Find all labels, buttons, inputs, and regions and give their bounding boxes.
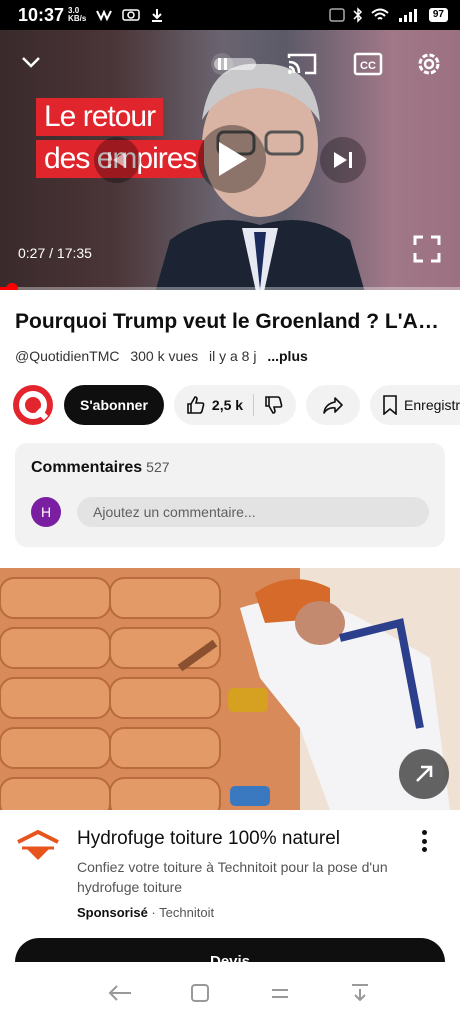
home-square-icon xyxy=(191,984,209,1002)
action-row: S'abonner 2,5 k Enregistrer xyxy=(12,384,460,426)
comments-title: Commentaires xyxy=(31,459,143,476)
fullscreen-button[interactable] xyxy=(404,226,450,272)
battery-indicator: 97 xyxy=(428,8,448,22)
bluetooth-icon xyxy=(353,7,362,23)
system-nav-bar xyxy=(0,962,460,1024)
back-arrow-icon xyxy=(108,985,131,1001)
video-title[interactable]: Pourquoi Trump veut le Groenland ? L'Act… xyxy=(15,310,445,334)
status-bar: 10:37 3.0 KB/s 97 xyxy=(0,0,460,30)
screenshot-icon xyxy=(122,9,141,21)
notification-icons xyxy=(96,8,164,22)
vibrate-icon xyxy=(96,9,113,22)
captions-button[interactable]: CC xyxy=(350,48,386,80)
bookmark-icon xyxy=(383,395,397,415)
open-arrow-icon xyxy=(416,765,433,782)
play-button[interactable] xyxy=(198,125,266,193)
chevron-down-icon xyxy=(22,57,40,68)
download-icon xyxy=(152,9,163,22)
signal-icon xyxy=(398,9,417,22)
autoplay-pause-icon xyxy=(211,53,256,75)
ad-menu-button[interactable] xyxy=(414,828,434,854)
user-avatar: H xyxy=(31,497,61,527)
back-button[interactable] xyxy=(100,973,140,1013)
gear-icon xyxy=(418,53,440,75)
advertiser-name: Technitoit xyxy=(159,905,215,920)
dot xyxy=(421,847,427,852)
share-button[interactable] xyxy=(306,385,361,425)
skip-next-icon xyxy=(334,152,352,168)
wifi-icon xyxy=(371,8,389,20)
view-count: 300 k vues xyxy=(130,348,199,364)
save-label: Enregistrer xyxy=(404,397,460,413)
settings-button[interactable] xyxy=(412,47,446,81)
nfc-icon xyxy=(329,8,345,22)
like-dislike-group: 2,5 k xyxy=(173,385,297,425)
like-count[interactable]: 2,5 k xyxy=(212,397,243,413)
comments-heading: Commentaires 527 xyxy=(31,459,170,477)
hide-navbar-button[interactable] xyxy=(340,973,380,1013)
comments-count: 527 xyxy=(146,459,170,475)
recents-button[interactable] xyxy=(260,973,300,1013)
comments-card[interactable]: Commentaires 527 H Ajoutez un commentaire… xyxy=(15,443,445,547)
ad-meta: Sponsorisé · Technitoit xyxy=(77,905,214,920)
ad-description: Confiez votre toiture à Technitoit pour … xyxy=(77,859,388,895)
ad-title[interactable]: Hydrofuge toiture 100% naturel xyxy=(77,828,340,850)
video-player[interactable]: Le retour des empires CC 0:27 / 17:35 xyxy=(0,30,460,290)
video-meta[interactable]: @QuotidienTMC 300 k vues il y a 8 j ...p… xyxy=(15,348,315,364)
dislike-icon[interactable] xyxy=(264,395,284,415)
autoplay-toggle[interactable] xyxy=(208,52,258,76)
scrubber-handle[interactable] xyxy=(6,283,18,290)
previous-button[interactable] xyxy=(94,137,140,183)
system-icons: 97 xyxy=(329,7,448,23)
subscribe-button[interactable]: S'abonner xyxy=(64,385,164,425)
play-icon xyxy=(219,142,247,176)
skip-previous-icon xyxy=(108,152,126,168)
network-speed: 3.0 KB/s xyxy=(68,7,86,23)
cc-icon: CC xyxy=(353,52,383,76)
fullscreen-icon xyxy=(413,235,441,263)
cast-button[interactable] xyxy=(284,48,320,80)
upload-age: il y a 8 j xyxy=(208,348,257,364)
progress-bar[interactable] xyxy=(0,287,460,290)
like-divider xyxy=(253,394,255,416)
ad-image[interactable] xyxy=(0,568,460,810)
save-button[interactable]: Enregistrer xyxy=(370,385,460,425)
roof-worker-image xyxy=(0,568,460,810)
sponsored-label: Sponsorisé xyxy=(77,905,148,920)
meta-separator: · xyxy=(151,905,156,920)
comment-input[interactable]: Ajoutez un commentaire... xyxy=(77,497,429,527)
open-ad-button[interactable] xyxy=(399,749,449,799)
home-button[interactable] xyxy=(180,973,220,1013)
svg-text:CC: CC xyxy=(360,60,376,72)
quotidien-logo-icon xyxy=(13,385,53,425)
like-icon[interactable] xyxy=(186,395,206,415)
recents-icon xyxy=(272,989,288,998)
cast-icon xyxy=(287,53,317,75)
more-link[interactable]: ...plus xyxy=(267,348,307,364)
dot xyxy=(421,830,427,835)
advertiser-logo-icon[interactable] xyxy=(16,830,60,866)
minimize-button[interactable] xyxy=(14,48,48,76)
network-speed-unit: KB/s xyxy=(68,14,87,23)
dot xyxy=(421,838,427,844)
screen: 10:37 3.0 KB/s 97 Le retour des empires … xyxy=(0,0,460,1024)
overlay-line-1: Le retour xyxy=(36,98,164,136)
channel-handle[interactable]: @QuotidienTMC xyxy=(15,348,119,364)
hide-down-icon xyxy=(352,984,368,1002)
status-time: 10:37 xyxy=(18,4,65,25)
share-icon xyxy=(323,397,343,414)
channel-avatar[interactable] xyxy=(12,384,54,426)
next-button[interactable] xyxy=(320,137,366,183)
time-display: 0:27 / 17:35 xyxy=(18,245,92,261)
